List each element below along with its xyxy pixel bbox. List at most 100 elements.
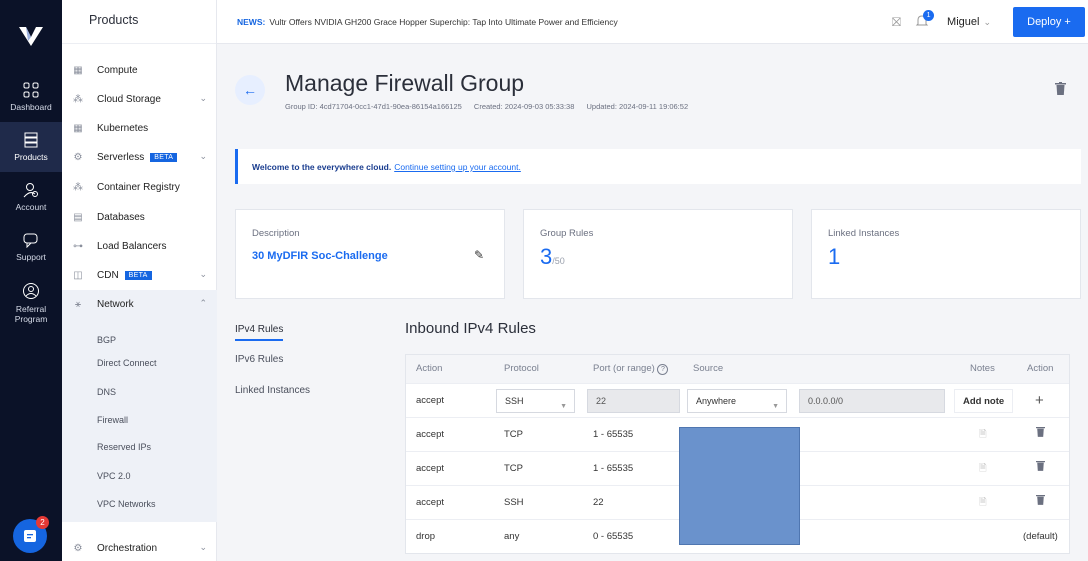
- welcome-banner: Welcome to the everywhere cloud. Continue…: [235, 149, 1081, 184]
- rule-protocol: TCP: [504, 463, 523, 474]
- rail-account[interactable]: Account: [0, 172, 62, 222]
- pencil-icon[interactable]: ✎: [474, 248, 484, 262]
- back-button[interactable]: ←: [235, 75, 265, 105]
- chevron-up-icon: ⌃: [199, 298, 207, 308]
- sidebar-item-databases[interactable]: ▤ Databases: [62, 206, 217, 228]
- top-bar: NEWS: Vultr Offers NVIDIA GH200 Grace Hop…: [217, 0, 1088, 44]
- load-balancer-icon: ⊶: [73, 240, 83, 252]
- sidebar-item-cloud-storage[interactable]: ⁂ Cloud Storage ⌄: [62, 88, 217, 110]
- help-icon[interactable]: ?: [657, 364, 669, 375]
- sidebar-item-label: Network: [97, 298, 134, 310]
- sidebar-item-container-registry[interactable]: ⁂ Container Registry: [62, 176, 217, 198]
- linked-instances-card: Linked Instances 1: [811, 209, 1081, 299]
- source-select[interactable]: Anywhere ▼: [687, 389, 787, 413]
- cdn-icon: ◫: [73, 269, 83, 281]
- gift-icon[interactable]: ⛝: [892, 15, 901, 30]
- col-port-label: Port (or range): [593, 363, 655, 374]
- rule-action: accept: [416, 429, 444, 440]
- deploy-button[interactable]: Deploy +: [1013, 7, 1085, 37]
- note-icon[interactable]: 🗎: [979, 418, 987, 452]
- col-action-2: Action: [1027, 363, 1054, 374]
- sidebar-title: Products: [62, 0, 216, 44]
- rail-support[interactable]: Support: [0, 222, 62, 272]
- col-notes: Notes: [970, 363, 995, 374]
- rules-title: Inbound IPv4 Rules: [405, 320, 536, 337]
- products-sidebar: Products ▦ Compute ⁂ Cloud Storage ⌄ ▦ K…: [62, 0, 217, 561]
- rail-products[interactable]: Products: [0, 122, 62, 172]
- port-input[interactable]: 22: [587, 389, 680, 413]
- rule-port: 1 - 65535: [593, 463, 634, 474]
- new-rule-row: accept SSH ▼ 22 Anywhere ▼ 0.0.0.0/0 Add n…: [406, 383, 1069, 417]
- sidebar-item-network[interactable]: ⚹ Network ⌃: [62, 293, 217, 315]
- chat-badge: 2: [36, 516, 49, 529]
- icon-rail: Dashboard Products Account Support Refer…: [0, 0, 62, 561]
- protocol-value: SSH: [505, 396, 524, 406]
- beta-badge: BETA: [124, 270, 152, 280]
- delete-rule-button[interactable]: [1036, 452, 1045, 486]
- rail-dashboard-label: Dashboard: [10, 102, 52, 112]
- orchestration-icon: ⚙: [73, 542, 83, 554]
- sidebar-item-label: Load Balancers: [97, 240, 167, 252]
- sidebar-item-orchestration[interactable]: ⚙ Orchestration ⌄: [62, 537, 217, 559]
- created-date: Created: 2024-09-03 05:33:38: [473, 102, 575, 111]
- sidebar-item-label: Kubernetes: [97, 122, 149, 134]
- source-value: Anywhere: [696, 396, 737, 406]
- arrow-left-icon: ←: [243, 82, 257, 98]
- notifications-button[interactable]: 1: [915, 9, 935, 31]
- submenu-bgp[interactable]: BGP: [97, 335, 116, 345]
- user-name: Miguel: [947, 16, 980, 28]
- sidebar-item-label: Cloud Storage: [97, 93, 161, 105]
- sidebar-item-label: Orchestration: [97, 542, 158, 554]
- trash-icon: [1055, 82, 1066, 95]
- delete-rule-button[interactable]: [1036, 418, 1045, 452]
- rail-referral[interactable]: Referral Program: [0, 272, 62, 334]
- network-submenu: ⚹ Network ⌃ BGP Direct Connect DNS Firew…: [62, 290, 217, 522]
- user-menu[interactable]: Miguel ⌄: [947, 16, 991, 28]
- sidebar-item-load-balancers[interactable]: ⊶ Load Balancers: [62, 235, 217, 257]
- add-note-button[interactable]: Add note: [954, 389, 1014, 413]
- sidebar-item-label: Container Registry: [97, 181, 180, 193]
- submenu-direct-connect[interactable]: Direct Connect: [97, 358, 157, 368]
- sidebar-item-cdn[interactable]: ◫ CDN BETA ⌄: [62, 264, 217, 286]
- welcome-text: Welcome to the everywhere cloud.: [252, 162, 392, 172]
- chevron-down-icon: ⌄: [199, 151, 207, 161]
- sidebar-item-label: Serverless: [97, 151, 145, 163]
- rule-action: accept: [416, 497, 444, 508]
- submenu-firewall[interactable]: Firewall: [97, 415, 128, 425]
- rail-dashboard[interactable]: Dashboard: [0, 72, 62, 122]
- sidebar-item-serverless[interactable]: ⚙ Serverless BETA ⌄: [62, 146, 217, 168]
- submenu-dns[interactable]: DNS: [97, 387, 116, 397]
- tab-ipv4-rules[interactable]: IPv4 Rules: [235, 324, 284, 341]
- rule-port: 1 - 65535: [593, 429, 634, 440]
- add-rule-button[interactable]: +: [1035, 384, 1044, 418]
- submenu-reserved-ips[interactable]: Reserved IPs: [97, 442, 151, 452]
- chat-icon: [24, 530, 36, 542]
- vultr-logo[interactable]: [0, 0, 62, 72]
- rule-protocol: any: [504, 531, 520, 542]
- submenu-vpc-networks[interactable]: VPC Networks: [97, 499, 156, 509]
- main-content: ← Manage Firewall Group Group ID: 4cd717…: [217, 44, 1088, 561]
- setup-account-link[interactable]: Continue setting up your account.: [394, 162, 521, 172]
- page-title: Manage Firewall Group: [285, 70, 525, 96]
- beta-badge: BETA: [150, 152, 178, 162]
- tab-linked-instances[interactable]: Linked Instances: [235, 385, 310, 396]
- chat-button[interactable]: 2: [13, 516, 49, 553]
- referral-icon: [23, 283, 39, 299]
- note-icon[interactable]: 🗎: [979, 486, 987, 520]
- sidebar-item-kubernetes[interactable]: ▦ Kubernetes: [62, 117, 217, 139]
- sidebar-item-compute[interactable]: ▦ Compute: [62, 59, 217, 81]
- chevron-down-icon: ⌄: [983, 17, 991, 27]
- note-icon[interactable]: 🗎: [979, 452, 987, 486]
- trash-icon: [1036, 461, 1045, 471]
- cidr-input[interactable]: 0.0.0.0/0: [799, 389, 945, 413]
- tab-ipv6-rules[interactable]: IPv6 Rules: [235, 354, 283, 365]
- rules-value: 3: [540, 244, 553, 269]
- rule-port: 0 - 65535: [593, 531, 634, 542]
- protocol-select[interactable]: SSH ▼: [496, 389, 575, 413]
- submenu-vpc-2[interactable]: VPC 2.0: [97, 471, 131, 481]
- delete-rule-button[interactable]: [1036, 486, 1045, 520]
- news-banner[interactable]: NEWS: Vultr Offers NVIDIA GH200 Grace Hop…: [237, 17, 618, 27]
- trash-icon: [1036, 427, 1045, 437]
- table-header: Action Protocol Port (or range) ? Source…: [406, 355, 1069, 383]
- delete-group-button[interactable]: [1055, 82, 1066, 98]
